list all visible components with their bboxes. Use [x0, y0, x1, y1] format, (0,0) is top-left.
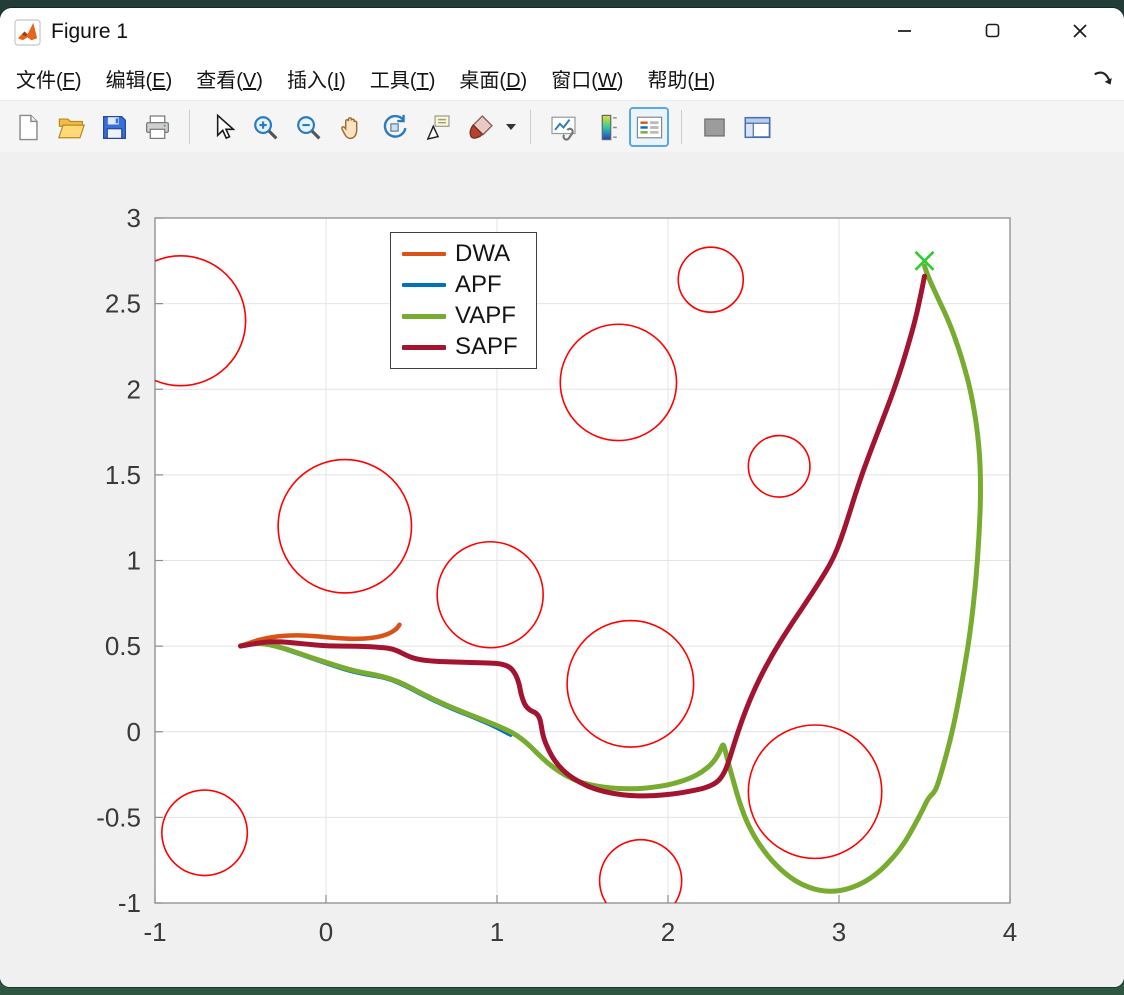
save-floppy-icon — [100, 113, 129, 142]
maximize-icon — [985, 23, 1000, 41]
minimize-icon — [897, 23, 912, 41]
legend-entry-apf: APF — [402, 273, 518, 297]
toolbar-separator — [189, 110, 190, 144]
x-tick-label: -1 — [143, 917, 166, 947]
x-tick-label: 2 — [661, 917, 675, 947]
dock-figure-button[interactable] — [1090, 66, 1116, 92]
y-tick-label: 0.5 — [105, 631, 141, 661]
dock-arrow-icon — [1094, 71, 1112, 85]
open-folder-icon — [57, 113, 86, 142]
legend-label: SAPF — [455, 333, 518, 360]
pan-button[interactable] — [331, 107, 371, 147]
figure-window: Figure 1 文件(F) 编辑(E) 查看(V) 插入(I) 工具(T) 桌面(D) 窗… — [0, 8, 1124, 987]
menu-item-help[interactable]: 帮助(H) — [635, 57, 727, 100]
matlab-logo-icon — [14, 18, 41, 46]
print-figure-button[interactable] — [137, 107, 177, 147]
x-tick-label: 3 — [832, 917, 846, 947]
insert-colorbar-button[interactable] — [586, 107, 626, 147]
brush-data-button[interactable] — [460, 107, 500, 147]
colorbar-icon — [592, 113, 621, 142]
menu-item-edit[interactable]: 编辑(E) — [94, 57, 185, 100]
zoom-out-icon — [294, 113, 323, 142]
toolbar-separator — [530, 110, 531, 144]
printer-icon — [143, 113, 172, 142]
link-plot-icon — [549, 113, 578, 142]
zoom-out-button[interactable] — [288, 107, 328, 147]
hide-plot-tools-icon — [700, 113, 729, 142]
chevron-down-icon — [505, 124, 516, 130]
legend-line-swatch — [402, 344, 446, 350]
minimize-button[interactable] — [860, 8, 948, 56]
toolbar — [0, 101, 1124, 154]
open-file-button[interactable] — [51, 107, 91, 147]
legend-label: VAPF — [455, 302, 516, 329]
insert-legend-button[interactable] — [629, 107, 669, 147]
brush-data-dropdown-button[interactable] — [503, 107, 518, 147]
rotate-3d-button[interactable] — [374, 107, 414, 147]
cursor-arrow-icon — [208, 113, 237, 142]
data-cursor-icon — [423, 113, 452, 142]
window-controls — [860, 8, 1124, 56]
legend-line-swatch — [402, 313, 446, 319]
maximize-button[interactable] — [948, 8, 1036, 56]
data-cursor-button[interactable] — [417, 107, 457, 147]
window-title: Figure 1 — [51, 20, 129, 43]
pan-hand-icon — [337, 113, 366, 142]
figure-canvas: -1 0 1 2 3 4 -1 -0.5 0 0.5 1 1.5 2 2.5 3 DWA APF VAPF SAP… — [0, 152, 1124, 987]
legend-label: DWA — [455, 240, 511, 267]
edit-plot-button[interactable] — [202, 107, 242, 147]
title-bar: Figure 1 — [0, 8, 1124, 56]
y-tick-label: -1 — [118, 888, 141, 918]
legend-entry-vapf: VAPF — [402, 304, 518, 328]
x-tick-label: 4 — [1003, 917, 1017, 947]
rotate-3d-icon — [380, 113, 409, 142]
legend-label: APF — [455, 271, 502, 298]
legend-line-swatch — [402, 283, 446, 287]
save-figure-button[interactable] — [94, 107, 134, 147]
new-document-icon — [14, 113, 43, 142]
legend-line-swatch — [402, 251, 446, 257]
menu-item-insert[interactable]: 插入(I) — [275, 57, 358, 100]
y-tick-label: 2.5 — [105, 289, 141, 319]
zoom-in-button[interactable] — [245, 107, 285, 147]
brush-icon — [466, 113, 495, 142]
y-tick-label: -0.5 — [96, 802, 141, 832]
legend-entry-sapf: SAPF — [402, 335, 518, 359]
menu-item-desktop[interactable]: 桌面(D) — [447, 57, 539, 100]
y-tick-label: 3 — [127, 203, 141, 233]
show-plot-tools-icon — [743, 113, 772, 142]
new-figure-button[interactable] — [8, 107, 48, 147]
y-tick-label: 0 — [127, 717, 141, 747]
zoom-in-icon — [251, 113, 280, 142]
close-icon — [1072, 23, 1088, 42]
legend-entry-dwa: DWA — [402, 242, 518, 266]
close-button[interactable] — [1036, 8, 1124, 56]
link-plot-button[interactable] — [543, 107, 583, 147]
menu-item-file[interactable]: 文件(F) — [4, 57, 94, 100]
hide-plot-tools-button[interactable] — [694, 107, 734, 147]
menu-item-view[interactable]: 查看(V) — [184, 57, 275, 100]
legend-box[interactable]: DWA APF VAPF SAPF — [390, 232, 537, 369]
show-plot-tools-button[interactable] — [737, 107, 777, 147]
y-tick-label: 1 — [127, 546, 141, 576]
plot-canvas[interactable]: -1 0 1 2 3 4 -1 -0.5 0 0.5 1 1.5 2 2.5 3 — [0, 152, 1124, 987]
legend-icon — [635, 113, 664, 142]
x-tick-label: 1 — [490, 917, 504, 947]
menu-bar: 文件(F) 编辑(E) 查看(V) 插入(I) 工具(T) 桌面(D) 窗口(W) 帮助(H) — [0, 56, 1124, 101]
menu-item-tools[interactable]: 工具(T) — [358, 57, 448, 100]
toolbar-separator — [681, 110, 682, 144]
x-tick-label: 0 — [319, 917, 333, 947]
menu-item-window[interactable]: 窗口(W) — [539, 57, 635, 100]
y-tick-label: 2 — [127, 374, 141, 404]
y-tick-label: 1.5 — [105, 460, 141, 490]
